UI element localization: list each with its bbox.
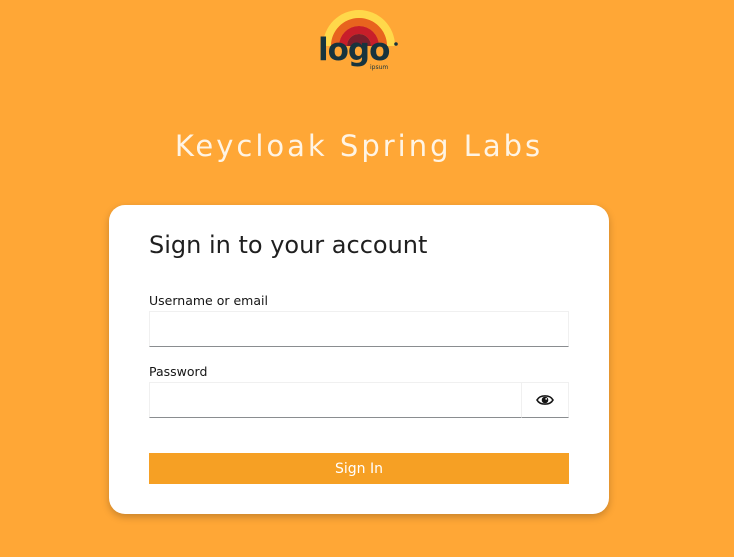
- login-card: Sign in to your account Username or emai…: [109, 205, 609, 514]
- sign-in-button[interactable]: Sign In: [149, 453, 569, 484]
- logo-ipsum-logo: logo ipsum: [318, 10, 398, 71]
- realm-title: Keycloak Spring Labs: [174, 129, 544, 164]
- eye-icon: [536, 395, 554, 405]
- logo-main-text: logo: [318, 32, 389, 68]
- login-page: logo ipsum Keycloak Spring Labs Sign in …: [0, 0, 734, 557]
- login-heading: Sign in to your account: [149, 231, 428, 259]
- username-label: Username or email: [149, 293, 268, 308]
- username-input[interactable]: [149, 311, 569, 347]
- password-label: Password: [149, 364, 208, 379]
- password-input[interactable]: [149, 382, 522, 418]
- show-password-button[interactable]: [521, 382, 569, 418]
- logo-sub-text: ipsum: [370, 64, 388, 71]
